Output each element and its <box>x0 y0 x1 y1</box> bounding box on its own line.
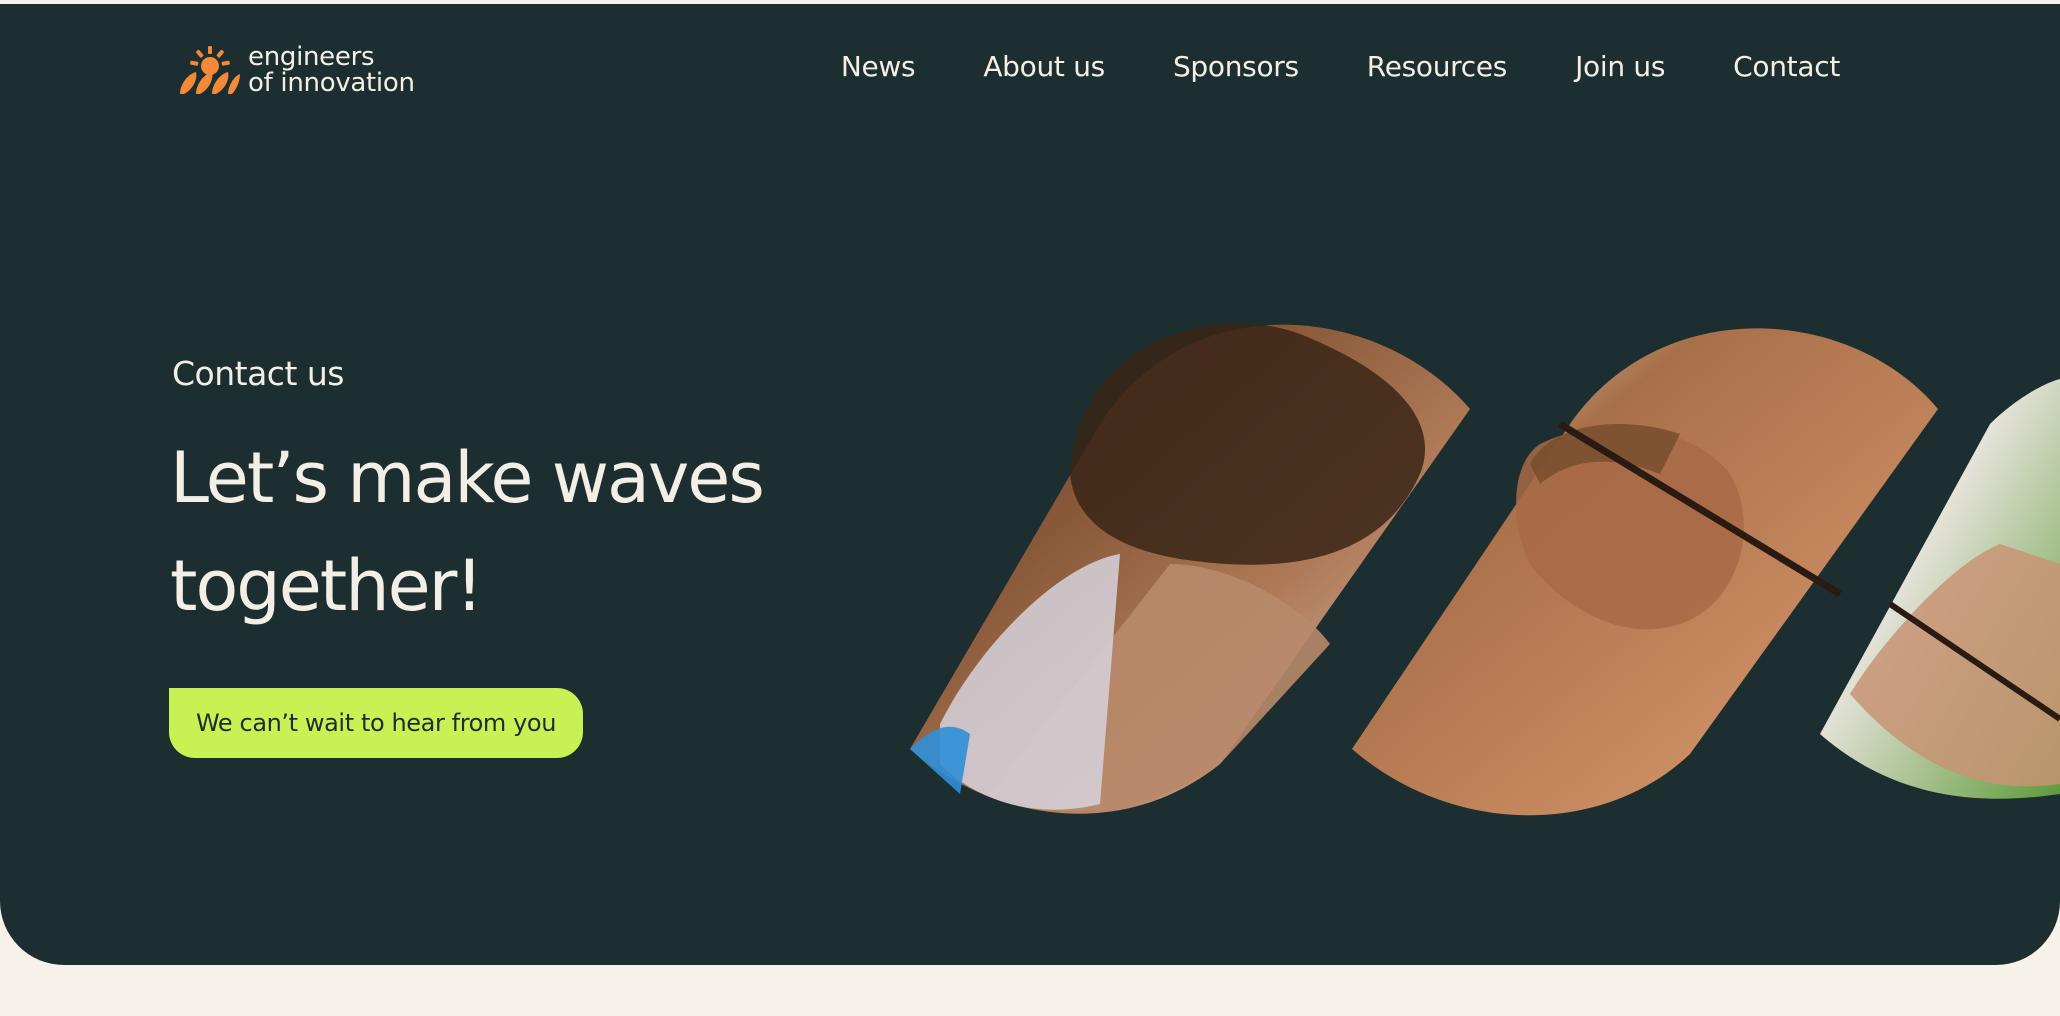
hero-photo-collage <box>910 323 2060 816</box>
hero-section: engineers of innovation News About us Sp… <box>0 4 2060 965</box>
